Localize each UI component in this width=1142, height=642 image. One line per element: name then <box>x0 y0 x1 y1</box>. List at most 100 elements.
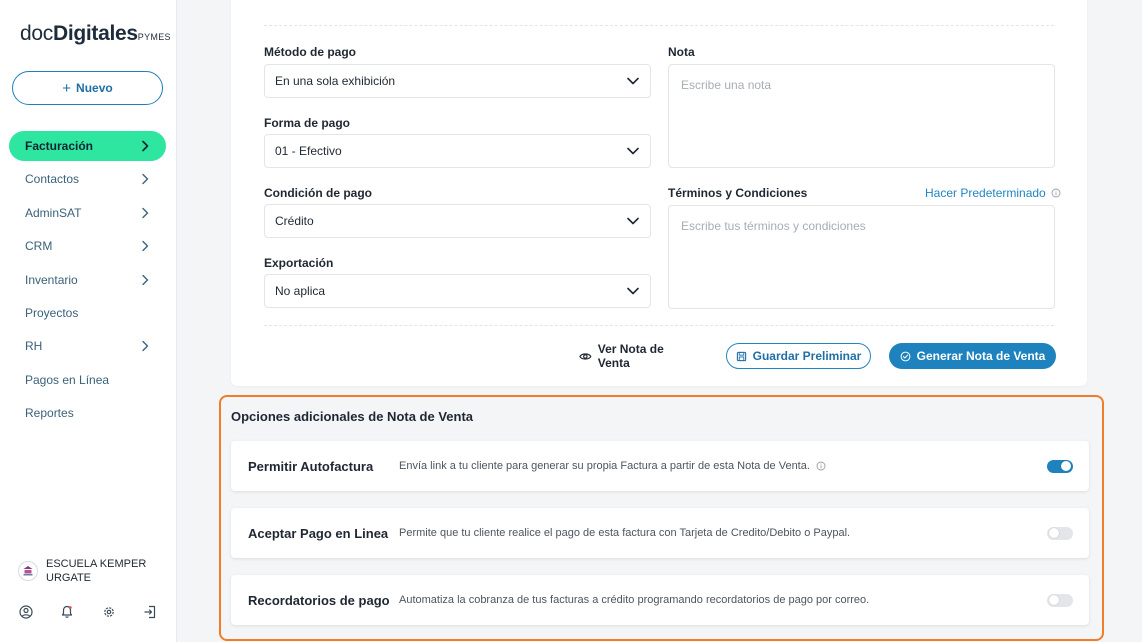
metodo-pago-label: Método de pago <box>264 45 356 59</box>
sidebar-item-pagos-en-linea[interactable]: Pagos en Línea <box>9 365 166 395</box>
user-circle-icon[interactable] <box>18 604 34 620</box>
forma-pago-select[interactable]: 01 - Efectivo <box>264 134 651 168</box>
chevron-down-icon <box>627 147 639 155</box>
sidebar-item-label: AdminSAT <box>25 205 82 220</box>
select-value: En una sola exhibición <box>275 74 396 88</box>
sidebar-footer <box>18 604 158 620</box>
option-description: Envía link a tu cliente para generar su … <box>399 460 1047 472</box>
info-icon <box>1051 188 1061 198</box>
generar-nota-label: Generar Nota de Venta <box>916 349 1046 363</box>
option-aceptar-pago-en-linea: Aceptar Pago en Linea Permite que tu cli… <box>231 508 1089 558</box>
sidebar-item-adminsat[interactable]: AdminSAT <box>9 198 166 228</box>
chevron-right-icon <box>142 341 149 352</box>
sidebar-item-facturacion[interactable]: Facturación <box>9 131 166 161</box>
terminos-label: Términos y Condiciones <box>668 186 808 200</box>
chevron-right-icon <box>142 274 149 285</box>
divider <box>264 325 1054 326</box>
toggle-knob <box>1061 461 1071 471</box>
select-value: No aplica <box>275 284 326 298</box>
chevron-down-icon <box>627 217 639 225</box>
divider <box>264 25 1054 26</box>
guardar-preliminar-button[interactable]: Guardar Preliminar <box>726 343 871 369</box>
info-icon[interactable] <box>816 461 826 471</box>
option-recordatorios-de-pago: Recordatorios de pago Automatiza la cobr… <box>231 575 1089 625</box>
sidebar-item-label: Proyectos <box>25 305 79 320</box>
option-title: Aceptar Pago en Linea <box>248 525 389 541</box>
additional-options-panel: Opciones adicionales de Nota de Venta Pe… <box>219 395 1104 641</box>
recordatorios-toggle[interactable] <box>1047 593 1073 607</box>
terminos-placeholder: Escribe tus términos y condiciones <box>681 219 866 233</box>
option-permitir-autofactura: Permitir Autofactura Envía link a tu cli… <box>231 441 1089 491</box>
save-icon <box>736 351 746 361</box>
additional-options-title: Opciones adicionales de Nota de Venta <box>231 409 474 424</box>
sidebar: docDigitalesPYMES + Nuevo Facturación Co… <box>0 0 177 642</box>
generar-nota-button[interactable]: Generar Nota de Venta <box>889 343 1056 369</box>
sidebar-item-crm[interactable]: CRM <box>9 231 166 261</box>
school-logo-icon <box>23 566 33 576</box>
brand-pymes: PYMES <box>137 32 171 42</box>
terminos-textarea[interactable]: Escribe tus términos y condiciones <box>668 205 1055 309</box>
ver-nota-button[interactable]: Ver Nota de Venta <box>579 342 697 370</box>
brand-digitales: Digitales <box>52 22 138 45</box>
avatar <box>18 561 38 581</box>
chevron-right-icon <box>142 240 149 252</box>
bell-icon[interactable] <box>59 604 75 620</box>
option-description-text: Automatiza la cobranza de tus facturas a… <box>399 594 870 606</box>
sidebar-item-label: Facturación <box>25 139 94 153</box>
option-title: Recordatorios de pago <box>248 592 390 608</box>
sale-note-form-card: Método de pago En una sola exhibición Fo… <box>231 0 1087 386</box>
eye-icon <box>579 352 592 360</box>
guardar-preliminar-label: Guardar Preliminar <box>752 349 862 363</box>
check-circle-icon <box>900 351 911 361</box>
chevron-down-icon <box>627 287 639 295</box>
autofactura-toggle[interactable] <box>1047 459 1073 473</box>
nota-textarea[interactable]: Escribe una nota <box>668 64 1055 168</box>
plus-icon: + <box>62 79 72 97</box>
sidebar-item-label: Inventario <box>25 272 78 287</box>
sidebar-item-label: Reportes <box>25 406 74 421</box>
select-value: 01 - Efectivo <box>275 144 342 158</box>
chevron-right-icon <box>142 140 149 152</box>
sidebar-item-label: CRM <box>25 239 53 254</box>
user-name: ESCUELA KEMPER URGATE <box>46 558 147 584</box>
chevron-down-icon <box>627 77 639 85</box>
chevron-right-icon <box>142 207 149 218</box>
nota-placeholder: Escribe una nota <box>681 78 772 92</box>
toggle-knob <box>1049 528 1059 538</box>
sidebar-item-contactos[interactable]: Contactos <box>9 164 166 194</box>
new-button[interactable]: + Nuevo <box>12 71 163 105</box>
condicion-pago-select[interactable]: Crédito <box>264 204 651 238</box>
sidebar-nav: Facturación Contactos AdminSAT CRM Inven… <box>9 131 166 432</box>
select-value: Crédito <box>275 214 314 228</box>
exportacion-label: Exportación <box>264 256 334 270</box>
user-profile[interactable]: ESCUELA KEMPER URGATE <box>18 557 156 585</box>
pago-en-linea-toggle[interactable] <box>1047 526 1073 540</box>
chevron-right-icon <box>142 174 149 185</box>
option-description-text: Envía link a tu cliente para generar su … <box>399 460 810 472</box>
hacer-predeterminado-label: Hacer Predeterminado <box>925 186 1046 200</box>
option-description: Automatiza la cobranza de tus facturas a… <box>399 594 1047 606</box>
sidebar-item-proyectos[interactable]: Proyectos <box>9 298 166 328</box>
sidebar-item-label: RH <box>25 339 43 354</box>
gear-icon[interactable] <box>101 604 117 620</box>
ver-nota-label: Ver Nota de Venta <box>597 342 664 370</box>
sidebar-item-inventario[interactable]: Inventario <box>9 265 166 295</box>
metodo-pago-select[interactable]: En una sola exhibición <box>264 64 651 98</box>
sidebar-item-label: Contactos <box>25 172 80 187</box>
new-button-label: Nuevo <box>76 81 113 95</box>
logout-icon[interactable] <box>142 604 158 620</box>
sidebar-item-label: Pagos en Línea <box>25 372 110 387</box>
toggle-knob <box>1049 595 1059 605</box>
exportacion-select[interactable]: No aplica <box>264 274 651 308</box>
sidebar-item-reportes[interactable]: Reportes <box>9 398 166 428</box>
option-description-text: Permite que tu cliente realice el pago d… <box>399 527 851 539</box>
sidebar-item-rh[interactable]: RH <box>9 331 166 361</box>
hacer-predeterminado-link[interactable]: Hacer Predeterminado <box>925 186 1061 200</box>
forma-pago-label: Forma de pago <box>264 116 351 130</box>
option-description: Permite que tu cliente realice el pago d… <box>399 527 1047 539</box>
option-title: Permitir Autofactura <box>248 458 374 474</box>
brand-logo[interactable]: docDigitalesPYMES <box>20 22 171 46</box>
nota-label: Nota <box>668 45 695 59</box>
brand-doc: doc <box>20 22 53 45</box>
condicion-pago-label: Condición de pago <box>264 186 372 200</box>
